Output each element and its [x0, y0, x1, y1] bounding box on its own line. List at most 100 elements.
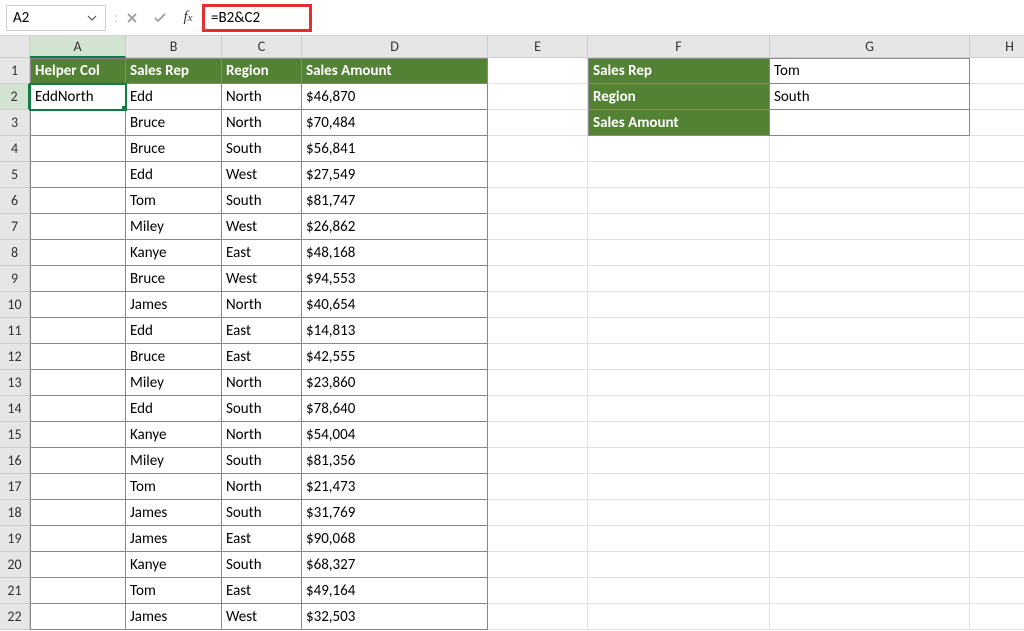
select-all-corner[interactable] — [0, 36, 30, 58]
cell-g6[interactable] — [770, 188, 970, 214]
cell-rep-17[interactable]: Tom — [126, 474, 222, 500]
cell-e11[interactable] — [488, 318, 588, 344]
cell-amount-20[interactable]: $68,327 — [302, 552, 488, 578]
column-header-h[interactable]: H — [970, 36, 1024, 58]
cell-rep-14[interactable]: Edd — [126, 396, 222, 422]
lookup-value-sales-rep[interactable]: Tom — [770, 58, 970, 84]
cell-g18[interactable] — [770, 500, 970, 526]
column-header-b[interactable]: B — [126, 36, 222, 58]
cell-h11[interactable] — [970, 318, 1024, 344]
cell-e13[interactable] — [488, 370, 588, 396]
cell-region-12[interactable]: East — [222, 344, 302, 370]
cell-region-18[interactable]: South — [222, 500, 302, 526]
cell-rep-18[interactable]: James — [126, 500, 222, 526]
cell-region-5[interactable]: West — [222, 162, 302, 188]
cell-h8[interactable] — [970, 240, 1024, 266]
cell-h6[interactable] — [970, 188, 1024, 214]
cell-e16[interactable] — [488, 448, 588, 474]
cell-amount-4[interactable]: $56,841 — [302, 136, 488, 162]
cell-rep-19[interactable]: James — [126, 526, 222, 552]
header-region[interactable]: Region — [222, 58, 302, 84]
cell-amount-13[interactable]: $23,860 — [302, 370, 488, 396]
cell-e15[interactable] — [488, 422, 588, 448]
cell-region-22[interactable]: West — [222, 604, 302, 630]
cell-h2[interactable] — [970, 84, 1024, 110]
row-header-3[interactable]: 3 — [0, 110, 30, 136]
cell-h21[interactable] — [970, 578, 1024, 604]
cell-helper-10[interactable] — [30, 292, 126, 318]
cell-e3[interactable] — [488, 110, 588, 136]
cell-helper-8[interactable] — [30, 240, 126, 266]
cell-g10[interactable] — [770, 292, 970, 318]
enter-formula-button[interactable] — [146, 5, 174, 31]
cell-h22[interactable] — [970, 604, 1024, 630]
cell-f4[interactable] — [588, 136, 770, 162]
lookup-label-sales-rep[interactable]: Sales Rep — [588, 58, 770, 84]
cell-amount-17[interactable]: $21,473 — [302, 474, 488, 500]
cell-h20[interactable] — [970, 552, 1024, 578]
cell-g15[interactable] — [770, 422, 970, 448]
row-header-8[interactable]: 8 — [0, 240, 30, 266]
cell-h3[interactable] — [970, 110, 1024, 136]
column-header-g[interactable]: G — [770, 36, 970, 58]
cell-f12[interactable] — [588, 344, 770, 370]
cell-region-21[interactable]: East — [222, 578, 302, 604]
cell-helper-11[interactable] — [30, 318, 126, 344]
cell-h10[interactable] — [970, 292, 1024, 318]
cell-helper-2[interactable]: EddNorth — [30, 84, 126, 110]
cell-h19[interactable] — [970, 526, 1024, 552]
cell-region-3[interactable]: North — [222, 110, 302, 136]
cell-f17[interactable] — [588, 474, 770, 500]
cell-helper-12[interactable] — [30, 344, 126, 370]
cell-e14[interactable] — [488, 396, 588, 422]
cell-helper-22[interactable] — [30, 604, 126, 630]
cell-f22[interactable] — [588, 604, 770, 630]
row-header-12[interactable]: 12 — [0, 344, 30, 370]
header-sales-rep[interactable]: Sales Rep — [126, 58, 222, 84]
row-header-21[interactable]: 21 — [0, 578, 30, 604]
cell-rep-15[interactable]: Kanye — [126, 422, 222, 448]
row-header-5[interactable]: 5 — [0, 162, 30, 188]
cell-rep-22[interactable]: James — [126, 604, 222, 630]
cell-helper-15[interactable] — [30, 422, 126, 448]
cell-g20[interactable] — [770, 552, 970, 578]
cell-rep-6[interactable]: Tom — [126, 188, 222, 214]
cell-h13[interactable] — [970, 370, 1024, 396]
cell-amount-8[interactable]: $48,168 — [302, 240, 488, 266]
cell-h7[interactable] — [970, 214, 1024, 240]
cell-region-16[interactable]: South — [222, 448, 302, 474]
cell-e17[interactable] — [488, 474, 588, 500]
cell-rep-12[interactable]: Bruce — [126, 344, 222, 370]
row-header-19[interactable]: 19 — [0, 526, 30, 552]
cell-g9[interactable] — [770, 266, 970, 292]
cell-h9[interactable] — [970, 266, 1024, 292]
cell-g21[interactable] — [770, 578, 970, 604]
cell-rep-3[interactable]: Bruce — [126, 110, 222, 136]
cell-g13[interactable] — [770, 370, 970, 396]
cell-rep-2[interactable]: Edd — [126, 84, 222, 110]
cell-region-6[interactable]: South — [222, 188, 302, 214]
cell-h17[interactable] — [970, 474, 1024, 500]
cell-rep-7[interactable]: Miley — [126, 214, 222, 240]
cell-helper-6[interactable] — [30, 188, 126, 214]
cell-helper-18[interactable] — [30, 500, 126, 526]
row-header-15[interactable]: 15 — [0, 422, 30, 448]
cell-amount-14[interactable]: $78,640 — [302, 396, 488, 422]
cell-amount-22[interactable]: $32,503 — [302, 604, 488, 630]
cell-e10[interactable] — [488, 292, 588, 318]
cell-h18[interactable] — [970, 500, 1024, 526]
lookup-label-region[interactable]: Region — [588, 84, 770, 110]
cell-amount-3[interactable]: $70,484 — [302, 110, 488, 136]
cell-amount-5[interactable]: $27,549 — [302, 162, 488, 188]
name-box[interactable]: A2 — [6, 5, 106, 31]
cancel-formula-button[interactable] — [118, 5, 146, 31]
cell-h16[interactable] — [970, 448, 1024, 474]
cell-rep-8[interactable]: Kanye — [126, 240, 222, 266]
cell-f13[interactable] — [588, 370, 770, 396]
formula-input[interactable]: =B2&C2 — [202, 5, 1024, 31]
cell-helper-4[interactable] — [30, 136, 126, 162]
row-header-16[interactable]: 16 — [0, 448, 30, 474]
column-header-e[interactable]: E — [488, 36, 588, 58]
cell-region-19[interactable]: East — [222, 526, 302, 552]
row-header-1[interactable]: 1 — [0, 58, 30, 84]
